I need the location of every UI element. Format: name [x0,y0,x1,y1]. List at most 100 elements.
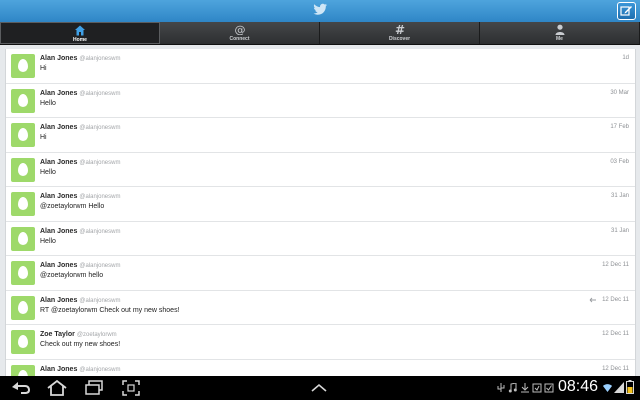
tweet-text: RT @zoetaylorwm Check out my new shoes! [40,306,180,314]
chevron-up-icon[interactable] [311,383,327,393]
avatar[interactable] [11,54,35,78]
back-icon[interactable] [10,380,32,396]
author-handle: @alanjoneswm [79,90,121,97]
egg-avatar-icon [18,231,28,245]
svg-text:#: # [394,24,404,35]
author-handle: @alanjoneswm [79,228,121,235]
tweet-author: Alan Jones @alanjoneswm [40,55,120,62]
tweet-text: Hello [40,99,56,107]
tweet-time: 12 Dec 11 [602,262,629,268]
tweet-author: Alan Jones @alanjoneswm [40,159,120,166]
tweet-time: 31 Jan [610,227,629,234]
tweet-text: Check out my new shoes! [40,341,121,348]
tweet-author: Alan Jones @alanjoneswm [40,124,120,131]
tab-connect[interactable]: @ Connect [160,22,320,44]
author-handle: @alanjoneswm [79,366,121,373]
tweet-row[interactable]: Alan Jones @alanjoneswm Hi 1d [6,49,635,84]
tweet-author: Alan Jones @alanjoneswm [40,366,120,373]
author-handle: @alanjoneswm [79,194,121,200]
avatar[interactable] [11,295,35,320]
author-name: Alan Jones [40,365,78,373]
tab-discover[interactable]: # Discover [320,22,480,44]
author-name: Alan Jones [40,296,78,304]
avatar[interactable] [11,192,35,216]
tweet-time: 03 Feb [610,158,629,165]
compose-button[interactable] [617,2,636,20]
tweet-author: Zoe Taylor @zoetaylorwm [40,331,117,338]
tweet-row[interactable]: Alan Jones @alanjoneswm Hi 17 Feb [6,118,635,153]
tweet-author: Alan Jones @alanjoneswm [40,193,120,200]
app-title-bar [0,0,640,22]
hash-icon: # [394,24,404,35]
author-name: Alan Jones [40,227,78,235]
tab-home[interactable]: Home [0,22,160,44]
egg-avatar-icon [18,335,28,348]
author-name: Alan Jones [40,124,78,131]
person-icon [555,24,564,35]
screenshot-icon[interactable] [122,380,140,396]
tab-discover-label: Discover [388,36,411,42]
twitter-bird-icon [313,3,328,15]
author-handle: @alanjoneswm [79,297,121,304]
author-name: Alan Jones [40,262,78,269]
avatar[interactable] [11,226,35,251]
tweet-row[interactable]: Alan Jones @alanjoneswm Hello 03 Feb [6,153,635,187]
battery-icon [626,380,634,394]
tweet-time: 31 Jan [610,193,629,199]
author-handle: @zoetaylorwm [76,332,117,338]
author-handle: @alanjoneswm [79,159,121,166]
egg-avatar-icon [18,128,28,141]
timeline[interactable]: Alan Jones @alanjoneswm Hi 1d Alan Jones @… [5,49,636,376]
tab-me[interactable]: Me [480,22,640,44]
tweet-text: Hi [40,65,47,72]
tab-me-label: Me [556,36,563,42]
tweet-author: Alan Jones @alanjoneswm [40,90,120,97]
tweet-time: 30 Mar [610,89,629,96]
storage-icon [532,383,542,393]
home-button-icon[interactable] [46,380,68,396]
retweet-icon [589,297,596,302]
author-handle: @alanjoneswm [79,125,121,131]
tweet-row[interactable]: Zoe Taylor @zoetaylorwm Check out my new … [6,325,635,360]
tab-home-label: Home [73,37,87,43]
tweet-row[interactable]: Alan Jones @alanjoneswm @zoetaylorwm Hell… [6,187,635,222]
tab-connect-label: Connect [229,36,250,42]
tweet-row[interactable]: Alan Jones @alanjoneswm @zoetaylorwm hell… [6,256,635,291]
status-clock: 08:46 [558,378,599,395]
tweet-time: 1d [622,55,629,61]
author-handle: @alanjoneswm [79,263,121,269]
avatar[interactable] [11,364,35,376]
tweet-row[interactable]: Alan Jones @alanjoneswm Hello 31 Jan [6,222,635,256]
tweet-text: @zoetaylorwm hello [40,272,104,279]
tweet-row[interactable]: Alan Jones @alanjoneswm 12 Dec 11 [6,360,635,376]
tweet-row[interactable]: Alan Jones @alanjoneswm Hello 30 Mar [6,84,635,118]
tweet-text: Hello [40,168,56,176]
tweet-text: Hello [40,237,56,245]
tweet-time: 12 Dec 11 [602,365,629,372]
tweet-author: Alan Jones @alanjoneswm [40,297,120,304]
tab-bar: Home @ Connect # Discover Me [0,22,640,45]
check-icon [544,383,554,393]
avatar[interactable] [11,123,35,147]
tweet-time: 17 Feb [610,124,629,130]
tweet-author: Alan Jones @alanjoneswm [40,228,120,235]
tweet-time: 12 Dec 11 [602,296,629,303]
usb-icon [497,383,505,392]
avatar[interactable] [11,330,35,354]
avatar[interactable] [11,88,35,113]
avatar[interactable] [11,261,35,285]
recent-apps-icon[interactable] [84,380,104,396]
tweet-row[interactable]: Alan Jones @alanjoneswm RT @zoetaylorwm C… [6,291,635,325]
author-name: Zoe Taylor [40,331,75,338]
wifi-icon [603,384,612,392]
signal-icon [614,382,624,393]
egg-avatar-icon [18,197,28,210]
download-icon [521,383,529,393]
tweet-author: Alan Jones @alanjoneswm [40,262,120,269]
tweet-text: @zoetaylorwm Hello [40,203,105,210]
tweet-text: Hi [40,134,47,141]
svg-text:@: @ [234,24,245,35]
author-name: Alan Jones [40,55,78,62]
egg-avatar-icon [18,266,28,279]
avatar[interactable] [11,157,35,182]
